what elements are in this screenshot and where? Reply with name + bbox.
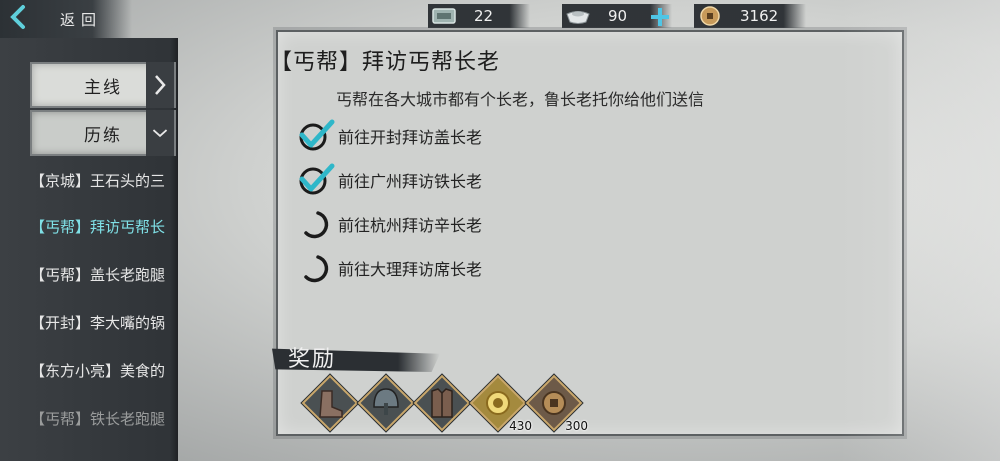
quest-step-text: 前往开封拜访盖长老 <box>338 128 483 147</box>
chevron-down-icon <box>146 110 174 156</box>
silver-value: 90 <box>608 7 628 25</box>
reward-item[interactable] <box>357 374 415 432</box>
add-silver-button[interactable] <box>650 7 670 27</box>
checkmark-icon <box>296 162 336 198</box>
reward-item[interactable]: 430 <box>469 374 532 433</box>
quest-title: 【丐帮】拜访丐帮长老 <box>270 50 501 75</box>
reward-label: 奖励 <box>288 347 337 372</box>
chevron-right-icon <box>146 62 174 108</box>
armor-icon <box>414 375 470 431</box>
quest-item-label: 【东方小亮】美食的 <box>30 361 166 380</box>
reward-item[interactable] <box>413 374 471 432</box>
quest-item-label: 【丐帮】拜访丐帮长 <box>30 217 166 236</box>
category-training[interactable]: 历练 <box>30 110 176 156</box>
category-label: 主线 <box>84 77 122 98</box>
quest-item-label: 【丐帮】盖长老跑腿 <box>30 265 166 284</box>
quest-step-text: 前往杭州拜访辛长老 <box>338 216 483 235</box>
quest-detail-card: 【丐帮】拜访丐帮长老 丐帮在各大城市都有个长老，鲁长老托你给他们送信 前往开封拜… <box>270 30 904 436</box>
quest-step: 前往开封拜访盖长老 <box>296 118 482 154</box>
back-arrow-icon <box>6 4 30 34</box>
stamina-icon <box>430 5 458 27</box>
quest-list-item[interactable]: 【东方小亮】美食的 <box>30 350 176 390</box>
coin-counter: 3162 <box>694 4 806 28</box>
back-label: 返回 <box>60 10 103 29</box>
quest-step: 前往大理拜访席长老 <box>296 250 482 286</box>
quest-list-item[interactable]: 【丐帮】铁长老跑腿 <box>30 398 176 438</box>
pending-circle-icon <box>296 250 336 286</box>
stamina-value: 22 <box>474 7 494 25</box>
silver-ingot-icon <box>564 5 592 27</box>
quest-step: 前往杭州拜访辛长老 <box>296 206 482 242</box>
coin-value: 3162 <box>740 7 779 25</box>
helmet-icon <box>358 375 414 431</box>
pending-circle-icon <box>296 206 336 242</box>
quest-list-item[interactable]: 【开封】李大嘴的锅 <box>30 302 176 342</box>
quest-step-text: 前往大理拜访席长老 <box>338 260 483 279</box>
stamina-counter: 22 <box>428 4 530 28</box>
plus-icon <box>651 8 669 26</box>
quest-list-item[interactable]: 【京城】王石头的三 <box>30 160 176 200</box>
category-label: 历练 <box>84 125 122 146</box>
category-main-story[interactable]: 主线 <box>30 62 176 108</box>
reward-item[interactable]: 300 <box>525 374 588 433</box>
quest-list-item-selected[interactable]: 【丐帮】拜访丐帮长 <box>30 206 176 246</box>
quest-list-item[interactable]: 【丐帮】盖长老跑腿 <box>30 254 176 294</box>
reward-quantity: 300 <box>565 419 588 433</box>
copper-coin-icon <box>696 5 724 27</box>
quest-item-label: 【开封】李大嘴的锅 <box>30 313 166 332</box>
back-button[interactable]: 返回 <box>6 4 116 34</box>
quest-description: 丐帮在各大城市都有个长老，鲁长老托你给他们送信 <box>336 90 705 109</box>
quest-item-label: 【丐帮】铁长老跑腿 <box>30 409 166 428</box>
quest-item-label: 【京城】王石头的三 <box>30 171 166 190</box>
quest-step: 前往广州拜访铁长老 <box>296 162 482 198</box>
checkmark-icon <box>296 118 336 154</box>
boots-icon <box>302 375 358 431</box>
quest-step-text: 前往广州拜访铁长老 <box>338 172 483 191</box>
reward-item[interactable] <box>301 374 359 432</box>
